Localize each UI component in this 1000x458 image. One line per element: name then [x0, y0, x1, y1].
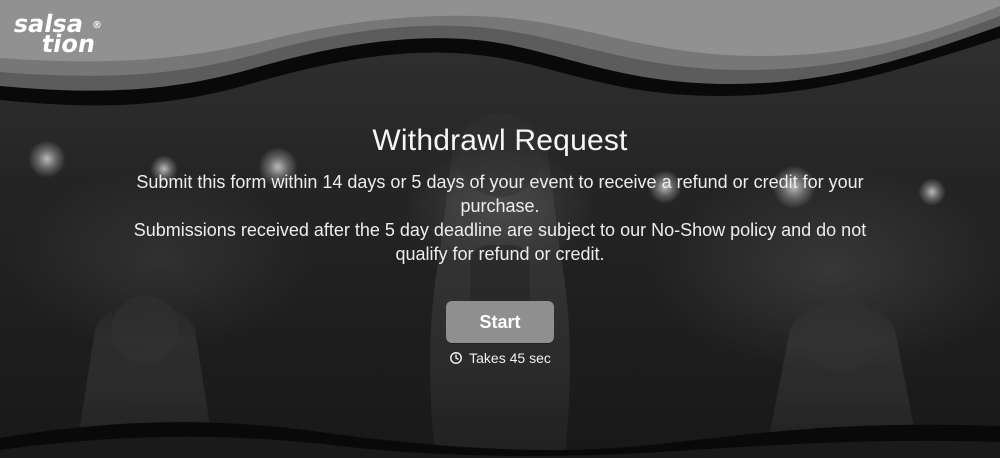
hero-description: Submit this form within 14 days or 5 day…	[120, 170, 880, 266]
time-estimate-text: Takes 45 sec	[469, 350, 551, 366]
start-button[interactable]: Start	[446, 301, 554, 343]
time-estimate: Takes 45 sec	[0, 350, 1000, 366]
clock-icon	[449, 351, 463, 365]
hero-content: Withdrawl Request Submit this form withi…	[0, 0, 1000, 458]
description-line-2: Submissions received after the 5 day dea…	[133, 220, 867, 264]
description-line-1: Submit this form within 14 days or 5 day…	[136, 172, 864, 216]
page-title: Withdrawl Request	[372, 124, 628, 157]
welcome-screen: salsa tion ® Withdrawl Request Submit th…	[0, 0, 1000, 458]
